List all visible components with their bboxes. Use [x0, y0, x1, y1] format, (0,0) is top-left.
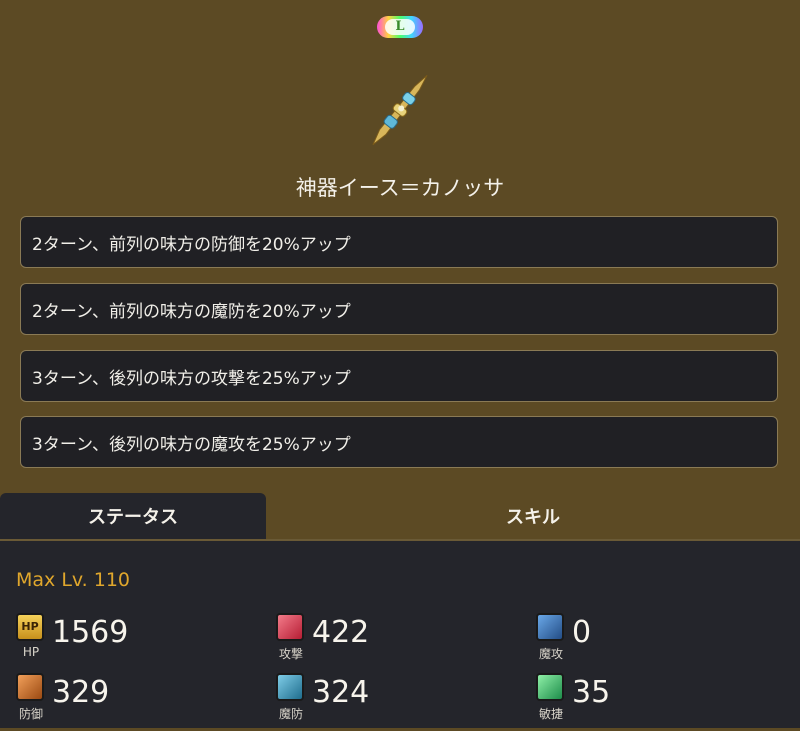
- max-level: Max Lv. 110: [16, 569, 131, 591]
- stat-value: 0: [572, 615, 592, 650]
- weapon-icon: [372, 74, 428, 146]
- defense-icon: [16, 673, 44, 701]
- hp-icon: HP: [16, 613, 44, 641]
- stat-agility: 敏捷 35: [536, 673, 776, 731]
- stat-label: 敏捷: [538, 707, 563, 721]
- rarity-letter: L: [385, 19, 415, 35]
- stat-label: 魔防: [278, 707, 303, 721]
- stat-magic-defense: 魔防 324: [276, 673, 516, 731]
- stat-value: 35: [572, 675, 611, 710]
- stat-attack: 攻撃 422: [276, 613, 516, 671]
- stat-value: 324: [312, 675, 370, 710]
- magic-attack-icon: [536, 613, 564, 641]
- stat-label: 攻撃: [278, 647, 303, 661]
- stat-value: 422: [312, 615, 370, 650]
- stat-label: 防御: [18, 707, 43, 721]
- item-name: 神器イース＝カノッサ: [295, 176, 505, 200]
- stat-defense: 防御 329: [16, 673, 256, 731]
- agility-icon: [536, 673, 564, 701]
- stat-label: 魔攻: [538, 647, 563, 661]
- effect-row: 2ターン、前列の味方の防御を20%アップ: [20, 216, 778, 268]
- effect-text: 3ターン、後列の味方の攻撃を25%アップ: [32, 368, 351, 389]
- effect-text: 2ターン、前列の味方の魔防を20%アップ: [32, 301, 351, 322]
- stat-hp: HP HP 1569: [16, 613, 256, 671]
- magic-defense-icon: [276, 673, 304, 701]
- status-panel: Max Lv. 110 HP HP 1569 攻撃 422 魔攻 0 防御 32…: [0, 539, 800, 728]
- stat-value: 329: [52, 675, 110, 710]
- tab-status[interactable]: ステータス: [0, 493, 266, 539]
- effect-row: 3ターン、後列の味方の魔攻を25%アップ: [20, 416, 778, 468]
- attack-icon: [276, 613, 304, 641]
- effect-text: 2ターン、前列の味方の防御を20%アップ: [32, 234, 351, 255]
- effect-row: 3ターン、後列の味方の攻撃を25%アップ: [20, 350, 778, 402]
- effect-row: 2ターン、前列の味方の魔防を20%アップ: [20, 283, 778, 335]
- stat-magic-attack: 魔攻 0: [536, 613, 776, 671]
- stat-value: 1569: [52, 615, 129, 650]
- stat-label: HP: [22, 645, 40, 659]
- tab-bar: ステータス スキル: [0, 493, 800, 539]
- tab-skill[interactable]: スキル: [266, 493, 800, 539]
- rarity-badge: L: [377, 16, 423, 38]
- effect-text: 3ターン、後列の味方の魔攻を25%アップ: [32, 434, 351, 455]
